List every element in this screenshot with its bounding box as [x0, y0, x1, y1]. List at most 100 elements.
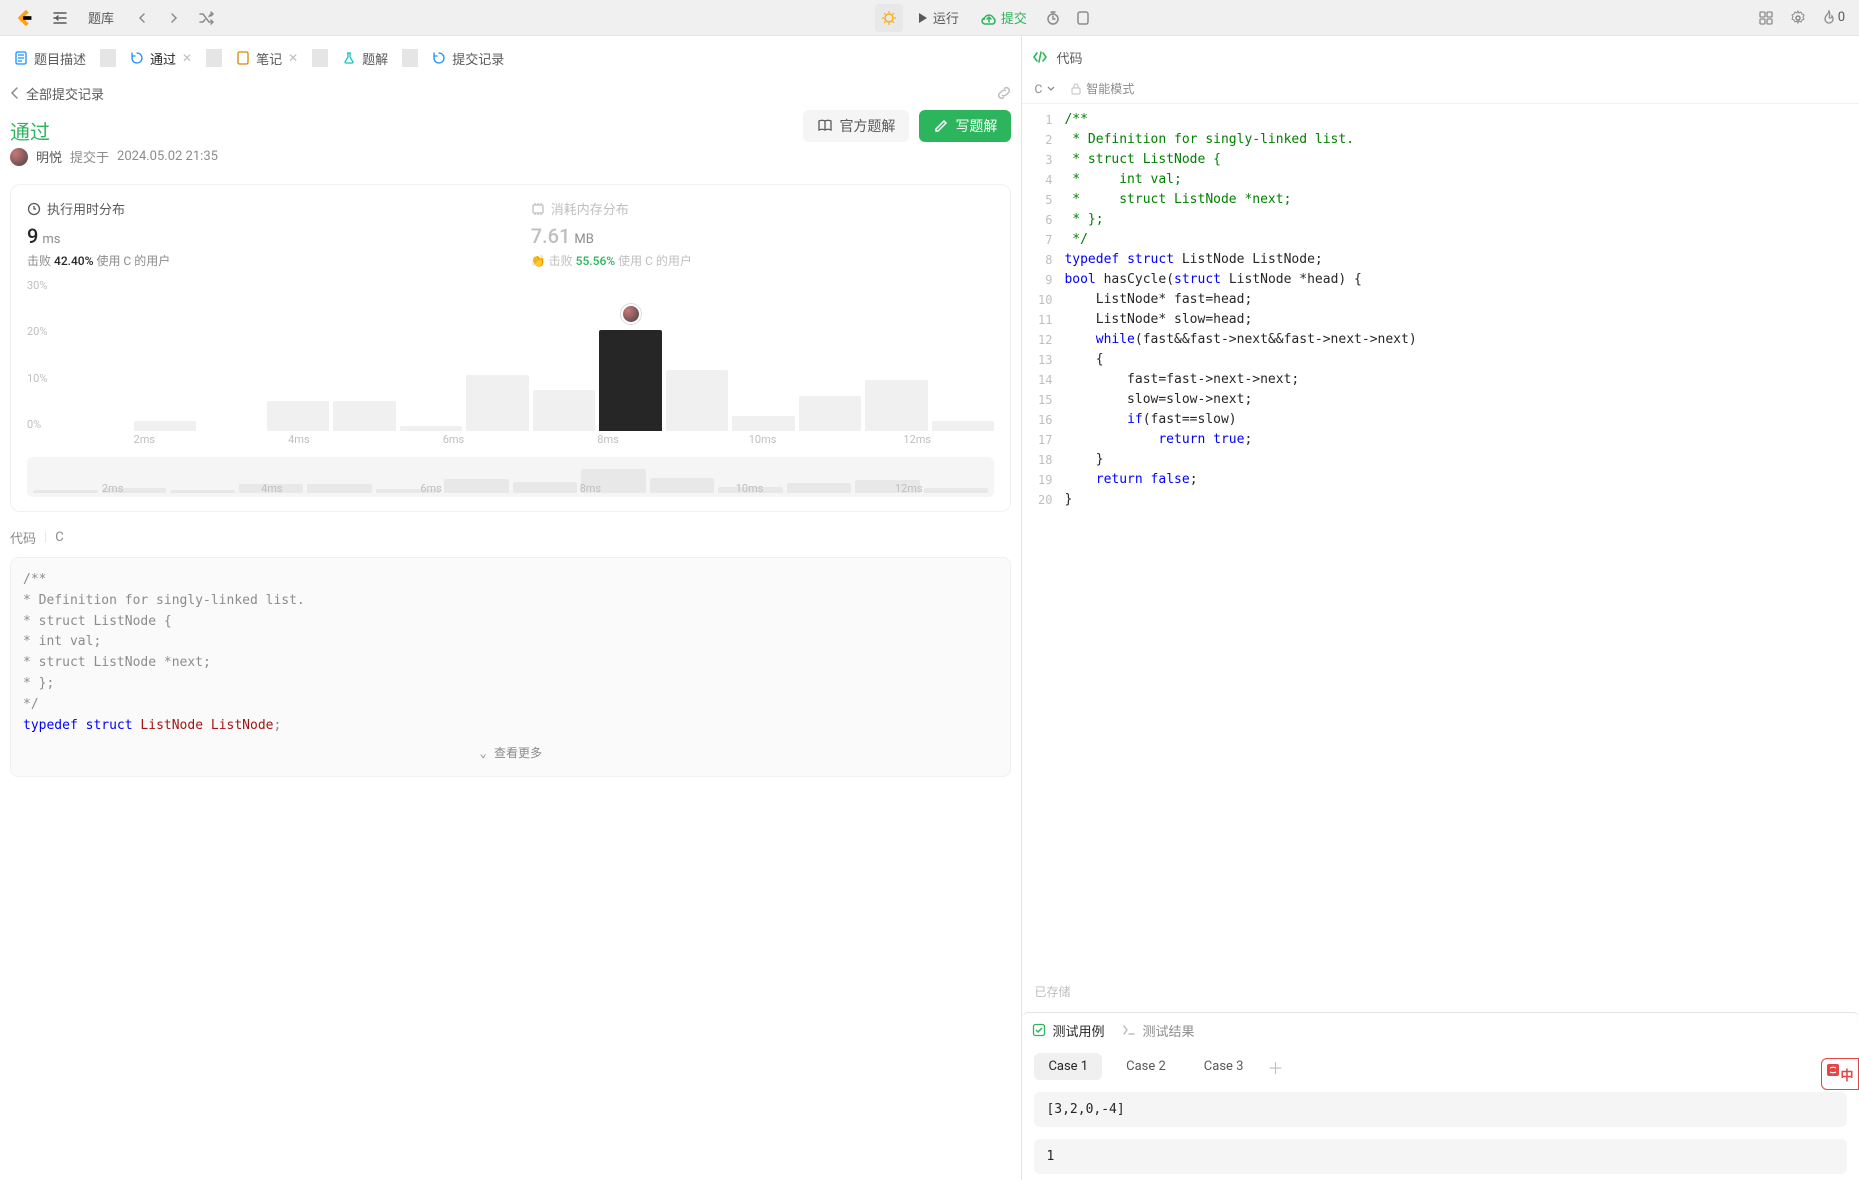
prev-problem-button[interactable]	[128, 4, 156, 32]
tab-notes[interactable]: 笔记 ✕	[230, 45, 304, 72]
saved-indicator: 已存储	[1022, 977, 1859, 1006]
timer-button[interactable]	[1039, 4, 1067, 32]
ime-badge: 中	[1821, 1058, 1859, 1090]
case-1[interactable]: Case 1	[1034, 1053, 1102, 1080]
histogram-bar[interactable]	[932, 421, 995, 431]
tab-passed-label: 通过	[150, 49, 176, 68]
avatar	[10, 148, 28, 166]
logo[interactable]	[8, 4, 42, 32]
code-lang-label: C	[55, 530, 63, 545]
code-editor[interactable]: 1/**2 * Definition for singly-linked lis…	[1022, 104, 1859, 977]
histogram-bar[interactable]	[267, 401, 330, 431]
histogram-bar[interactable]	[799, 396, 862, 431]
arrow-left-icon	[8, 86, 22, 100]
tab-solutions[interactable]: 题解	[336, 45, 394, 72]
code-label: 代码	[10, 528, 36, 547]
code-panel-header: 代码	[1022, 40, 1859, 74]
memory-unit: MB	[574, 232, 593, 247]
history-icon	[432, 51, 446, 65]
sidebar-toggle-icon[interactable]	[46, 4, 74, 32]
close-icon[interactable]: ✕	[182, 51, 192, 65]
testcase-input-2[interactable]: 1	[1034, 1139, 1847, 1174]
language-selector[interactable]: C	[1034, 82, 1056, 96]
runtime-unit: ms	[42, 232, 60, 247]
top-toolbar: 题库 运行 提交 0	[0, 0, 1859, 36]
tab-testcases[interactable]: 测试用例	[1032, 1021, 1104, 1040]
back-label: 全部提交记录	[26, 84, 104, 103]
tab-passed[interactable]: 通过 ✕	[124, 45, 198, 72]
next-problem-button[interactable]	[160, 4, 188, 32]
see-more-button[interactable]: 查看更多	[23, 744, 998, 763]
histogram-bar[interactable]	[466, 375, 529, 431]
code-panel-title: 代码	[1056, 48, 1082, 67]
submitted-code-preview: /** * Definition for singly-linked list.…	[10, 557, 1011, 777]
edit-icon	[933, 118, 949, 134]
run-label: 运行	[933, 8, 959, 27]
left-tab-strip: 题目描述 通过 ✕ 笔记 ✕ 题解	[0, 40, 1021, 76]
runtime-histogram: 30%20%10%0% 2ms4ms6ms8ms10ms12ms	[27, 279, 994, 449]
histogram-bar[interactable]	[732, 416, 795, 431]
run-button[interactable]: 运行	[905, 4, 969, 32]
streak-indicator[interactable]: 0	[1816, 4, 1851, 32]
problems-label: 题库	[88, 8, 114, 27]
terminal-icon	[1122, 1023, 1136, 1037]
smart-mode-toggle[interactable]: 智能模式	[1070, 80, 1134, 97]
memory-value: 7.61	[531, 224, 571, 248]
memory-label: 消耗内存分布	[551, 199, 629, 218]
stats-card: 执行用时分布 9ms 击败 42.40% 使用 C 的用户 消耗内存分布 7.6…	[10, 184, 1011, 512]
doc-icon	[14, 51, 28, 65]
check-icon	[1032, 1023, 1046, 1037]
tab-submissions-label: 提交记录	[452, 49, 504, 68]
histogram-bar[interactable]	[666, 370, 729, 431]
submitted-time: 2024.05.02 21:35	[117, 149, 218, 164]
tab-description-label: 题目描述	[34, 49, 86, 68]
debug-button[interactable]	[875, 4, 903, 32]
submitted-prefix: 提交于	[70, 147, 109, 166]
histogram-bar[interactable]	[134, 421, 197, 431]
chevron-down-icon	[1046, 84, 1056, 94]
submit-label: 提交	[1001, 8, 1027, 27]
tab-solutions-label: 题解	[362, 49, 388, 68]
testcase-input-1[interactable]: [3,2,0,-4]	[1034, 1092, 1847, 1127]
histogram-bar[interactable]	[333, 401, 396, 431]
histogram-bar[interactable]	[400, 426, 463, 431]
link-icon[interactable]	[995, 84, 1013, 102]
histogram-bar[interactable]	[865, 380, 928, 431]
shuffle-button[interactable]	[192, 4, 220, 32]
submission-status: 通过	[10, 116, 793, 145]
flask-icon	[342, 51, 356, 65]
histogram-bar[interactable]	[599, 330, 662, 431]
case-2[interactable]: Case 2	[1112, 1053, 1180, 1080]
book-icon	[817, 118, 833, 134]
submit-button[interactable]: 提交	[971, 4, 1037, 32]
streak-count: 0	[1838, 10, 1845, 25]
clock-icon	[27, 202, 41, 216]
lock-icon	[1070, 83, 1082, 95]
code-icon	[1032, 49, 1048, 65]
back-all-submissions[interactable]: 全部提交记录	[8, 84, 104, 103]
memory-icon	[531, 202, 545, 216]
write-solution-label: 写题解	[955, 116, 997, 136]
tab-testresults[interactable]: 测试结果	[1122, 1021, 1194, 1040]
history-icon	[130, 51, 144, 65]
histogram-bar[interactable]	[533, 390, 596, 431]
note-icon	[236, 51, 250, 65]
tab-description[interactable]: 题目描述	[8, 45, 92, 72]
runtime-overview-strip[interactable]: 2ms4ms6ms8ms10ms12ms	[27, 457, 994, 497]
case-3[interactable]: Case 3	[1190, 1053, 1258, 1080]
tab-notes-label: 笔记	[256, 49, 282, 68]
official-solution-button[interactable]: 官方题解	[803, 110, 909, 142]
close-icon[interactable]: ✕	[288, 51, 298, 65]
add-case-button[interactable]: ＋	[1267, 1055, 1283, 1079]
problems-link[interactable]: 题库	[78, 4, 124, 32]
notes-button[interactable]	[1069, 4, 1097, 32]
avatar	[621, 304, 641, 324]
author-name: 明悦	[36, 147, 62, 166]
layout-button[interactable]	[1752, 4, 1780, 32]
runtime-label: 执行用时分布	[47, 199, 125, 218]
settings-button[interactable]	[1784, 4, 1812, 32]
official-solution-label: 官方题解	[839, 116, 895, 136]
write-solution-button[interactable]: 写题解	[919, 110, 1011, 142]
runtime-value: 9	[27, 224, 38, 248]
tab-submissions[interactable]: 提交记录	[426, 45, 510, 72]
